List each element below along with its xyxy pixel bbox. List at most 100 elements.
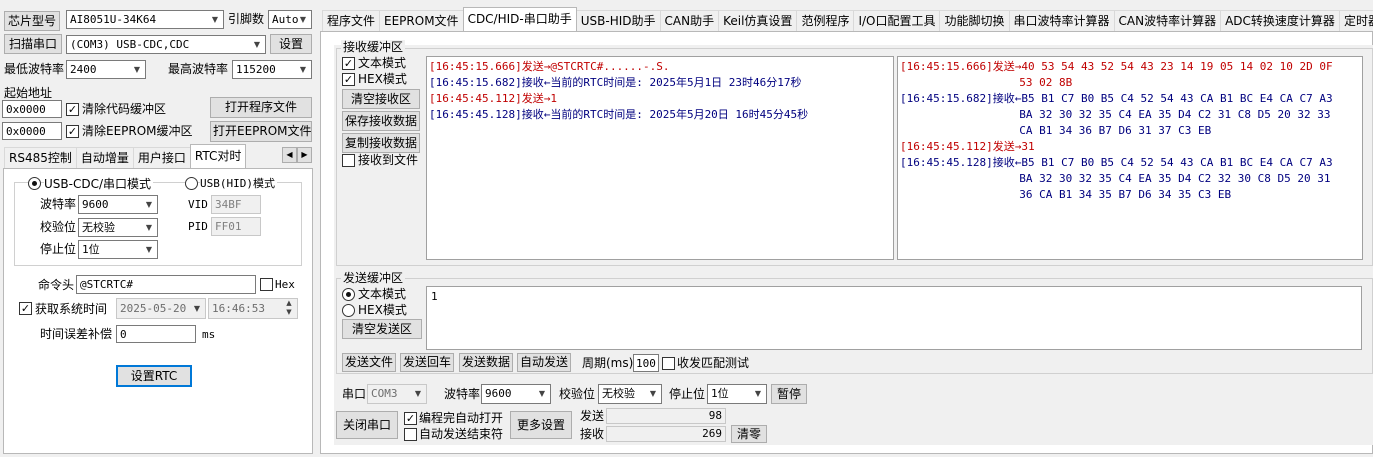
port-select[interactable]: (COM3) USB-CDC,CDC ▼ (66, 35, 266, 54)
tab-pin-switch[interactable]: 功能脚切换 (939, 10, 1010, 31)
clear-receive-button[interactable]: 清空接收区 (342, 89, 420, 109)
pid-input[interactable]: FF01 (211, 217, 261, 236)
pin-count-label: 引脚数 (228, 12, 265, 26)
tab-examples[interactable]: 范例程序 (796, 10, 855, 31)
send-file-button[interactable]: 发送文件 (342, 353, 396, 372)
date-value: 2025-05-20 (120, 302, 187, 315)
clear-code-checkbox[interactable]: ✓ (66, 103, 79, 116)
reset-count-button[interactable]: 清零 (731, 425, 767, 443)
min-baud-label: 最低波特率 (4, 62, 65, 76)
more-settings-button[interactable]: 更多设置 (510, 411, 572, 439)
tab-adc-calc[interactable]: ADC转换速度计算器 (1220, 10, 1340, 31)
send-return-button[interactable]: 发送回车 (400, 353, 454, 372)
match-test-checkbox[interactable] (662, 357, 675, 370)
get-system-time-checkbox[interactable]: ✓ (19, 302, 32, 315)
tab-io-config[interactable]: I/O口配置工具 (853, 10, 941, 31)
receive-text-area[interactable]: [16:45:15.666]发送→@STCRTC#......-.S. [16:… (426, 56, 894, 260)
set-rtc-button[interactable]: 设置RTC (116, 365, 192, 387)
chevron-down-icon: ▼ (299, 65, 307, 74)
max-baud-label: 最高波特率 (168, 62, 229, 76)
close-port-button[interactable]: 关闭串口 (336, 411, 398, 439)
chevron-down-icon: ▼ (649, 389, 657, 398)
send-text-area[interactable]: 1 (426, 286, 1362, 350)
pin-count-select[interactable]: Auto ▼ (268, 10, 312, 29)
chip-model-select[interactable]: AI8051U-34K64 ▼ (66, 10, 224, 29)
tab-timer-calc[interactable]: 定时器计 (1338, 10, 1373, 31)
receive-hex-area[interactable]: [16:45:15.666]发送→40 53 54 43 52 54 43 23… (897, 56, 1363, 260)
auto-open-checkbox[interactable]: ✓ (404, 412, 417, 425)
auto-send-button[interactable]: 自动发送 (517, 353, 571, 372)
copy-receive-button[interactable]: 复制接收数据 (342, 133, 420, 153)
left-tab-strip: RS485控制 自动增量 用户接口 RTC对时 (4, 144, 247, 168)
vid-input[interactable]: 34BF (211, 195, 261, 214)
recv-text-mode-checkbox[interactable]: ✓ (342, 57, 355, 70)
tab-rs485[interactable]: RS485控制 (4, 147, 77, 168)
chevron-down-icon: ▼ (253, 40, 261, 49)
auto-open-label: 编程完自动打开 (419, 411, 504, 425)
open-program-file-button[interactable]: 打开程序文件 (210, 97, 312, 118)
chevron-down-icon: ▼ (193, 304, 201, 313)
rtc-stop-value: 1位 (82, 243, 100, 256)
min-baud-select[interactable]: 2400 ▼ (66, 60, 146, 79)
tab-can[interactable]: CAN助手 (659, 10, 720, 31)
chevron-down-icon: ▼ (145, 245, 153, 254)
time-offset-label: 时间误差补偿 (40, 327, 113, 341)
period-input[interactable]: 100 (633, 354, 659, 372)
tab-can-baud-calc[interactable]: CAN波特率计算器 (1113, 10, 1222, 31)
tab-rtc-sync[interactable]: RTC对时 (189, 144, 247, 168)
time-picker[interactable]: 16:46:53 ▲ ▼ (208, 298, 298, 319)
code-address-input[interactable]: 0x0000 (2, 100, 62, 118)
eeprom-address-input[interactable]: 0x0000 (2, 122, 62, 140)
clear-eeprom-checkbox[interactable]: ✓ (66, 125, 79, 138)
sent-count-field: 98 (606, 408, 726, 424)
chevron-down-icon: ▼ (754, 389, 762, 398)
cmd-head-input[interactable]: @STCRTC# (76, 275, 256, 294)
tab-eeprom-file[interactable]: EEPROM文件 (379, 10, 464, 31)
tab-scroll-right-icon[interactable]: ▶ (297, 147, 312, 163)
tab-usb-hid[interactable]: USB-HID助手 (575, 10, 661, 31)
rtc-parity-select[interactable]: 无校验 ▼ (78, 218, 158, 237)
tab-uart-baud-calc[interactable]: 串口波特率计算器 (1008, 10, 1115, 31)
recv-hex-line: 36 CA B1 34 35 B7 D6 34 35 C3 EB (900, 188, 1232, 201)
clear-send-button[interactable]: 清空发送区 (342, 319, 422, 339)
tab-user-interface[interactable]: 用户接口 (132, 147, 191, 168)
cdc-mode-radio[interactable] (28, 177, 41, 190)
bottom-port-select[interactable]: COM3 ▼ (367, 384, 427, 404)
hex-checkbox[interactable] (260, 278, 273, 291)
bottom-baud-select[interactable]: 9600 ▼ (481, 384, 551, 404)
tab-auto-increment[interactable]: 自动增量 (75, 147, 134, 168)
vid-label: VID (188, 198, 208, 211)
cmd-head-label: 命令头 (38, 278, 75, 292)
tab-scroll-left-icon[interactable]: ◀ (282, 147, 297, 163)
send-data-button[interactable]: 发送数据 (459, 353, 513, 372)
date-picker[interactable]: 2025-05-20 ▼ (116, 298, 206, 319)
rtc-stop-select[interactable]: 1位 ▼ (78, 240, 158, 259)
bottom-stop-select[interactable]: 1位 ▼ (707, 384, 767, 404)
recv-hex-mode-checkbox[interactable]: ✓ (342, 73, 355, 86)
receive-to-file-checkbox[interactable] (342, 154, 355, 167)
chevron-down-icon: ▼ (211, 15, 219, 24)
bottom-port-value: COM3 (371, 387, 398, 400)
auto-end-checkbox[interactable] (404, 428, 417, 441)
recv-hex-line: [16:45:45.112]发送→31 (900, 140, 1035, 153)
chip-model-button[interactable]: 芯片型号 (4, 11, 61, 31)
max-baud-select[interactable]: 115200 ▼ (232, 60, 312, 79)
bottom-baud-value: 9600 (485, 387, 512, 400)
recv-hex-line: [16:45:15.682]接收←B5 B1 C7 B0 B5 C4 52 54… (900, 92, 1333, 105)
tab-keil[interactable]: Keil仿真设置 (718, 10, 798, 31)
save-receive-button[interactable]: 保存接收数据 (342, 111, 420, 131)
bottom-parity-select[interactable]: 无校验 ▼ (598, 384, 662, 404)
time-offset-input[interactable]: 0 (116, 325, 196, 343)
send-text-mode-radio[interactable] (342, 288, 355, 301)
open-eeprom-file-button[interactable]: 打开EEPROM文件 (210, 121, 312, 142)
port-settings-button[interactable]: 设置 (270, 34, 312, 54)
bottom-parity-label: 校验位 (559, 387, 596, 401)
scan-port-button[interactable]: 扫描串口 (4, 34, 62, 54)
tab-serial-assistant[interactable]: CDC/HID-串口助手 (462, 7, 577, 31)
max-baud-value: 115200 (236, 63, 276, 76)
rtc-baud-select[interactable]: 9600 ▼ (78, 195, 158, 214)
send-hex-mode-radio[interactable] (342, 304, 355, 317)
tab-program-file[interactable]: 程序文件 (322, 10, 381, 31)
pause-button[interactable]: 暂停 (771, 384, 807, 404)
hid-mode-radio[interactable] (185, 177, 198, 190)
